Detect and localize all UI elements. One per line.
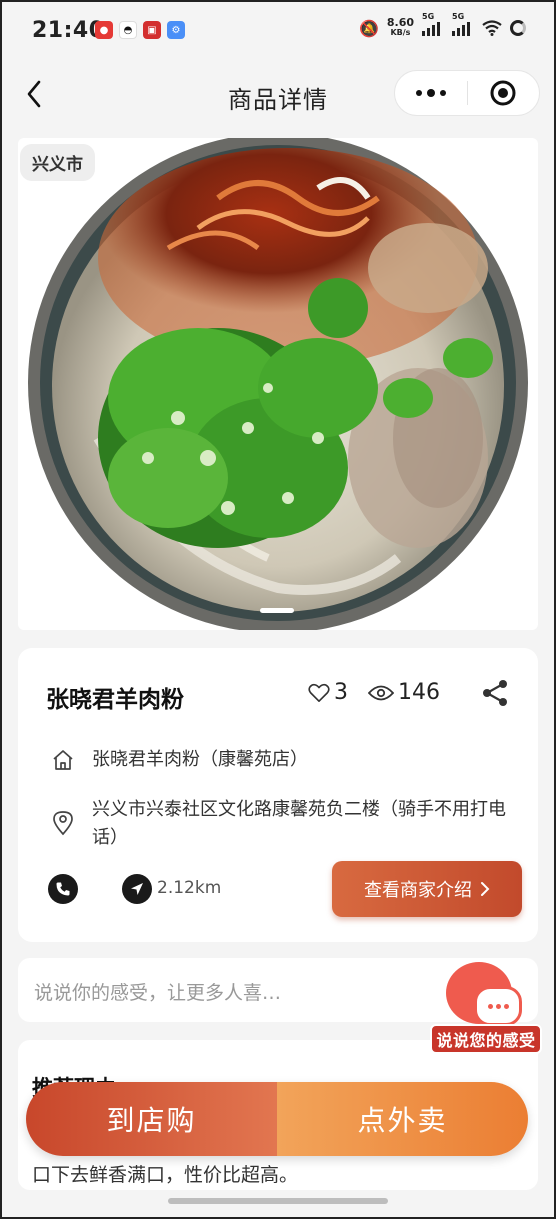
shopping-app-icon: ▣ [143, 21, 161, 39]
eye-icon [368, 685, 394, 700]
navigate-button[interactable] [122, 874, 152, 904]
home-icon [53, 750, 73, 770]
shop-name: 张晓君羊肉粉 [46, 687, 184, 713]
settings-app-icon: ⚙ [167, 21, 185, 39]
view-stat: 146 [368, 680, 440, 705]
city-tag: 兴义市 [20, 144, 95, 181]
recommend-text: 口下去鲜香满口，性价比超高。 [32, 1164, 299, 1186]
call-button[interactable] [48, 874, 78, 904]
address-row: 兴义市兴泰社区文化路康馨苑负二楼（骑手不用打电话） [48, 796, 518, 852]
status-app-icons: ● ◓ ▣ ⚙ [95, 21, 185, 39]
delivery-order-button[interactable]: 点外卖 [277, 1082, 528, 1156]
noodle-bowl-image [28, 138, 528, 630]
share-feeling-button[interactable]: 说说您的感受 [430, 962, 542, 1054]
store-name: 张晓君羊肉粉（康馨苑店） [92, 749, 308, 770]
view-merchant-intro-button[interactable]: 查看商家介绍 [332, 861, 522, 917]
mini-program-capsule [394, 70, 540, 116]
like-button[interactable]: 3 [308, 680, 348, 705]
target-icon [490, 80, 516, 106]
close-mini-program-button[interactable] [468, 79, 540, 107]
status-time: 21:40 [32, 18, 105, 43]
location-pin-icon [53, 811, 73, 836]
nav-bar: 商品详情 [0, 62, 556, 128]
image-indicator [260, 608, 294, 613]
view-count: 146 [398, 680, 440, 705]
chevron-right-icon [481, 882, 490, 896]
heart-icon [308, 683, 330, 702]
share-icon [483, 680, 507, 706]
qq-icon: ◓ [119, 21, 137, 39]
store-purchase-button[interactable]: 到店购 [26, 1082, 277, 1156]
share-feeling-label: 说说您的感受 [430, 1024, 542, 1054]
comment-placeholder: 说说你的感受，让更多人喜… [34, 982, 282, 1004]
store-row: 张晓君羊肉粉（康馨苑店） [48, 746, 308, 774]
network-speed: 8.60 KB/s [386, 16, 414, 37]
intro-button-label: 查看商家介绍 [364, 880, 472, 901]
distance: 2.12km [157, 878, 222, 898]
battery-icon [510, 20, 526, 36]
product-image[interactable]: 兴义市 [18, 138, 538, 630]
share-button[interactable] [480, 678, 510, 712]
like-count: 3 [334, 680, 348, 705]
navigation-arrow-icon [131, 883, 143, 895]
shop-stats: 3 146 [308, 680, 460, 705]
home-indicator[interactable] [168, 1198, 388, 1204]
phone-icon [56, 882, 70, 896]
shop-info-card: 张晓君羊肉粉 3 146 张晓君羊肉粉（康馨苑店） 兴义市兴泰社区文化路康馨苑负… [18, 648, 538, 942]
purchase-actions: 到店购 点外卖 [26, 1082, 528, 1156]
status-indicators: 🔕 8.60 KB/s 5G 5G [358, 12, 526, 38]
signal-icon: 5G [422, 12, 444, 36]
more-button[interactable] [395, 88, 467, 97]
signal-icon-2: 5G [452, 12, 474, 36]
store-address: 兴义市兴泰社区文化路康馨苑负二楼（骑手不用打电话） [92, 799, 506, 848]
chat-dots-icon [474, 986, 522, 1026]
status-bar: 21:40 ● ◓ ▣ ⚙ 🔕 8.60 KB/s 5G 5G [0, 0, 556, 62]
mute-icon: 🔕 [358, 18, 379, 38]
music-app-icon: ● [95, 21, 113, 39]
wifi-icon [482, 20, 502, 36]
